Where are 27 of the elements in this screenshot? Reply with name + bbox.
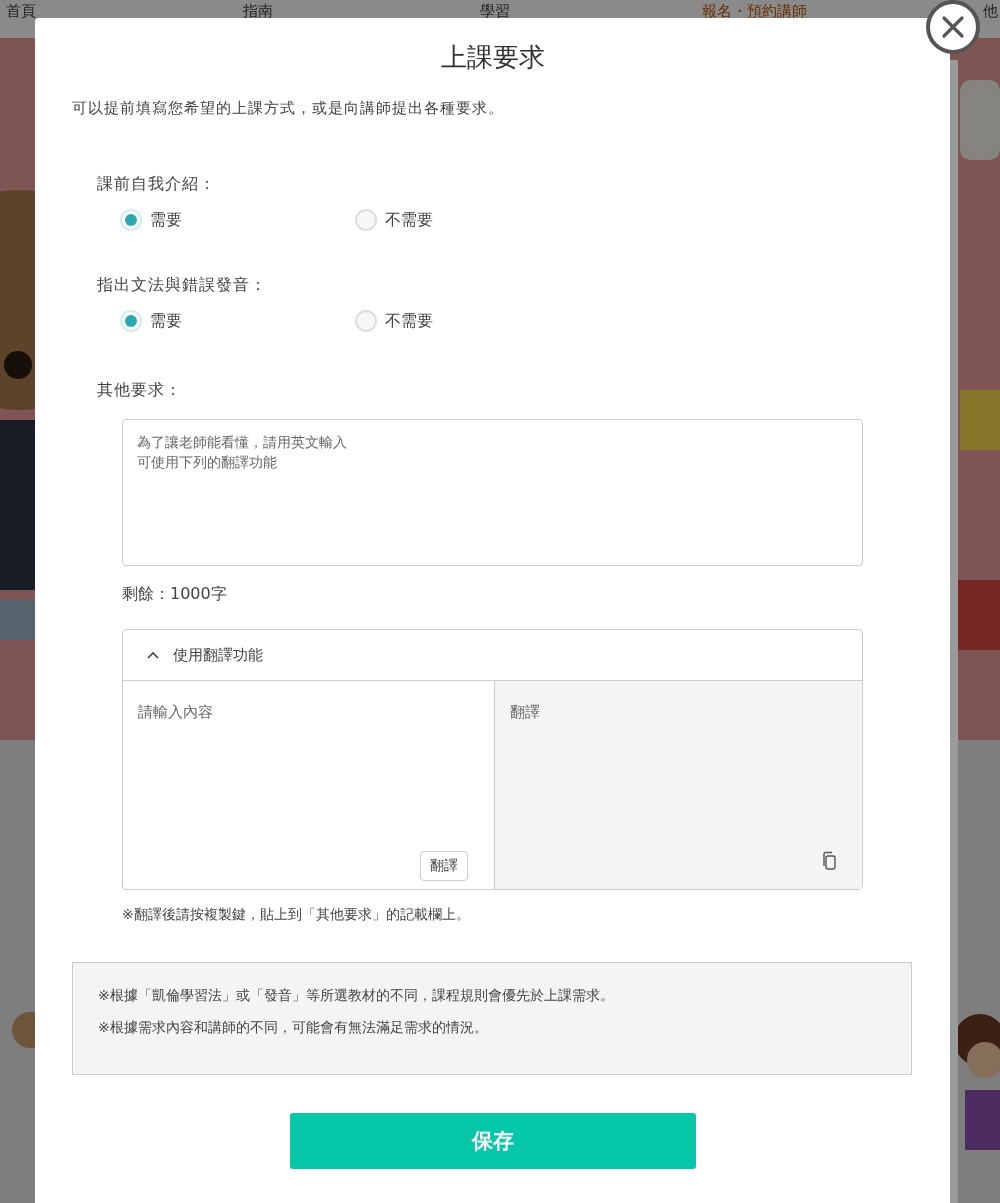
remaining-count: 剩餘：1000字	[122, 584, 228, 605]
scrollbar[interactable]	[950, 60, 958, 1203]
translation-field[interactable]: 翻譯	[495, 681, 862, 889]
notice-text: ※根據「凱倫學習法」或「發音」等所選教材的不同，課程規則會優先於上課需求。	[98, 987, 615, 1005]
radio-icon[interactable]	[120, 310, 142, 332]
nav-link[interactable]: 首頁	[6, 2, 36, 21]
radio-icon[interactable]	[120, 209, 142, 231]
intro-text: 可以提前填寫您希望的上課方式，或是向講師提出各種要求。	[72, 99, 505, 118]
question-label: 指出文法與錯誤發音：	[97, 275, 268, 296]
radio-option[interactable]: 需要	[120, 209, 355, 231]
copy-icon[interactable]	[821, 851, 837, 871]
notice-text: ※根據需求內容和講師的不同，可能會有無法滿足需求的情況。	[98, 1019, 489, 1037]
translate-note: ※翻譯後請按複製鍵，貼上到「其他要求」的記載欄上。	[122, 906, 471, 924]
radio-icon[interactable]	[355, 209, 377, 231]
radio-option[interactable]: 需要	[120, 310, 355, 332]
translate-button[interactable]: 翻譯	[420, 851, 468, 881]
requests-field[interactable]: 為了讓老師能看懂，請用英文輸入可使用下列的翻譯功能	[122, 419, 863, 566]
radio-option[interactable]: 不需要	[355, 310, 590, 332]
dialog-title: 上課要求	[439, 41, 546, 74]
nav-link[interactable]: 學習	[480, 2, 510, 21]
chevron-icon	[147, 651, 159, 659]
nav-link[interactable]: 他	[983, 2, 998, 21]
question-label: 其他要求：	[97, 380, 183, 401]
radio-option[interactable]: 不需要	[355, 209, 590, 231]
question-label: 課前自我介紹：	[97, 174, 217, 195]
radio-icon[interactable]	[355, 310, 377, 332]
nav-link[interactable]: 指南	[243, 2, 273, 21]
